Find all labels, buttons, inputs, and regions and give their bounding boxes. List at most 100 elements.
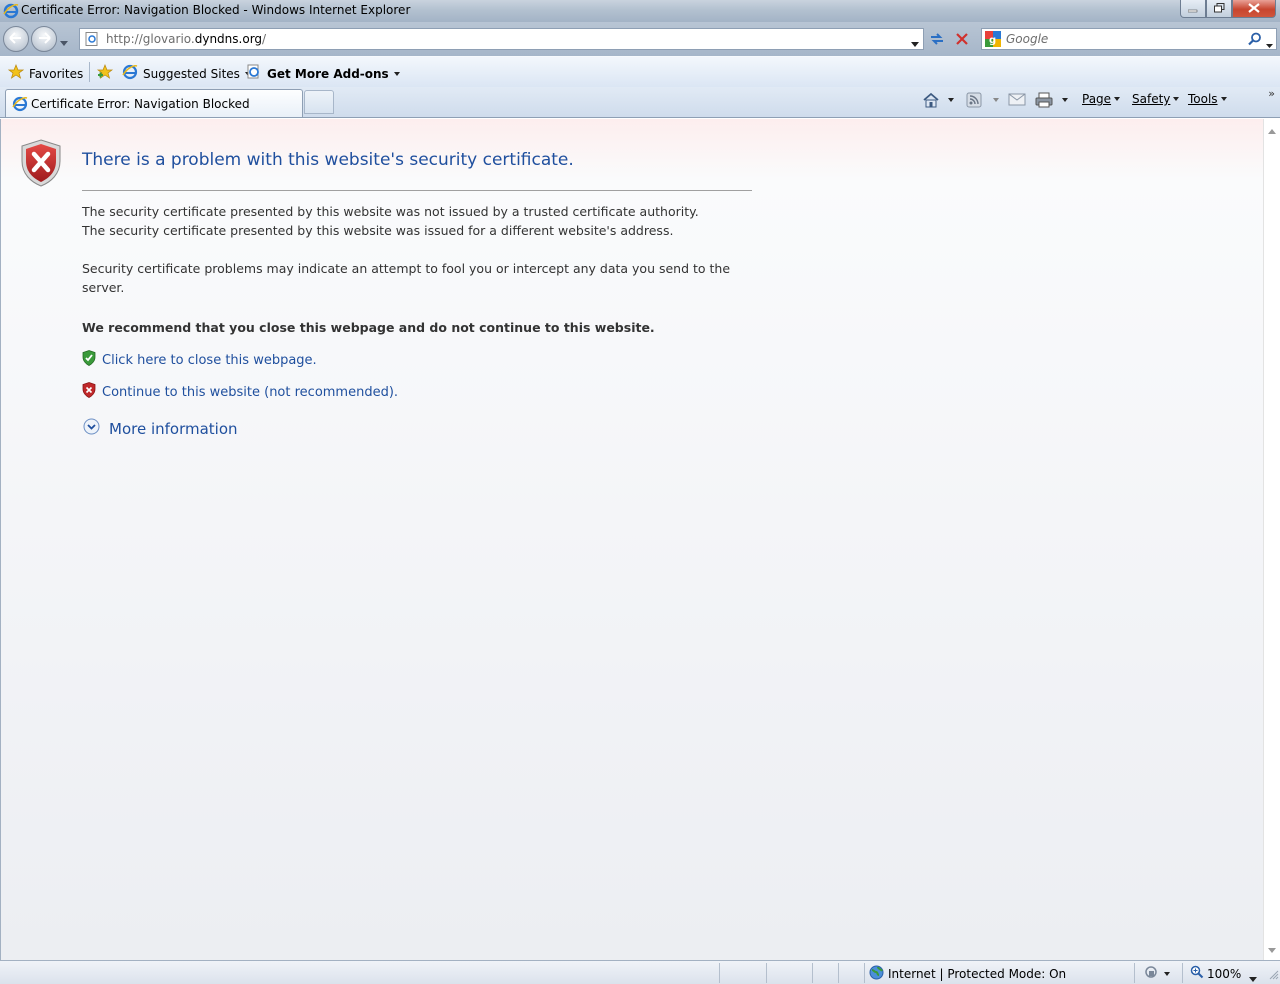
search-input[interactable] (1006, 31, 1246, 47)
back-arrow-icon (9, 31, 23, 47)
error-line-warning-cont: server. (82, 280, 125, 295)
favorites-button[interactable]: Favorites (7, 64, 84, 83)
read-mail-button[interactable] (1008, 92, 1026, 109)
restore-icon (1213, 2, 1225, 16)
page-icon (85, 32, 99, 49)
ie-page-icon (122, 64, 138, 83)
window-controls (1180, 0, 1276, 18)
google-logo-icon: g (985, 31, 1001, 47)
back-button[interactable] (3, 26, 29, 52)
close-window-button[interactable] (1232, 0, 1276, 18)
add-to-favorites-bar-button[interactable] (96, 64, 114, 83)
zoom-level-button[interactable]: 100% (1190, 965, 1241, 982)
resize-grip-icon[interactable] (1269, 969, 1279, 983)
security-settings-icon (1143, 965, 1159, 982)
zoom-magnifier-icon (1190, 965, 1204, 982)
favorites-bar: Favorites Suggested Sites Get More Add-o… (0, 56, 1280, 87)
chevron-down-icon (393, 71, 400, 76)
star-icon (7, 64, 25, 83)
chevron-down-icon (1164, 971, 1170, 976)
close-icon (1248, 2, 1260, 16)
refresh-button[interactable] (927, 30, 947, 50)
minimize-icon (1187, 2, 1198, 16)
address-dropdown-icon[interactable] (911, 36, 919, 50)
status-divider (1134, 963, 1135, 983)
status-divider (719, 963, 720, 983)
minimize-button[interactable] (1180, 0, 1206, 18)
more-commands-chevron-icon[interactable]: » (1268, 87, 1275, 100)
continue-website-link[interactable]: Continue to this website (not recommende… (82, 382, 398, 402)
addons-page-icon (246, 64, 262, 83)
window-title: Certificate Error: Navigation Blocked - … (21, 3, 411, 17)
url-text[interactable]: http://glovario.dyndns.org/ (106, 32, 266, 46)
home-icon (922, 92, 940, 111)
tab-label: Certificate Error: Navigation Blocked (31, 97, 250, 111)
printer-icon (1035, 92, 1053, 111)
close-webpage-link[interactable]: Click here to close this webpage. (82, 350, 317, 370)
recent-pages-dropdown-icon[interactable] (60, 35, 68, 49)
favorites-separator (89, 62, 90, 82)
more-information-label: More information (109, 419, 238, 438)
scroll-down-arrow-icon[interactable] (1268, 942, 1276, 956)
security-zone[interactable]: Internet | Protected Mode: On (869, 965, 1066, 983)
status-divider (864, 963, 865, 983)
search-magnifier-icon[interactable] (1248, 32, 1262, 49)
error-title: There is a problem with this website's s… (82, 150, 574, 170)
vertical-scrollbar[interactable] (1263, 119, 1280, 960)
page-menu-label: Page (1082, 92, 1112, 106)
scroll-up-arrow-icon[interactable] (1268, 123, 1276, 137)
status-divider (838, 963, 839, 983)
forward-arrow-icon (37, 31, 51, 47)
title-bar[interactable]: Certificate Error: Navigation Blocked - … (0, 0, 1280, 22)
safety-menu-label: Safety (1132, 92, 1171, 106)
stop-button[interactable] (952, 30, 972, 50)
url-suffix: / (262, 32, 267, 46)
feeds-dropdown-icon[interactable] (993, 98, 999, 102)
tools-menu-button[interactable]: Tools (1188, 92, 1227, 106)
zone-label: Internet | Protected Mode: On (888, 967, 1067, 981)
tab-certificate-error[interactable]: Certificate Error: Navigation Blocked (5, 89, 303, 117)
home-dropdown-icon[interactable] (948, 98, 954, 102)
get-more-addons-button[interactable]: Get More Add-ons (246, 64, 400, 83)
error-line-mismatch: The security certificate presented by th… (82, 223, 674, 238)
safety-menu-button[interactable]: Safety (1132, 92, 1180, 106)
page-menu-button[interactable]: Page (1082, 92, 1121, 106)
suggested-sites-label: Suggested Sites (143, 66, 240, 81)
url-prefix: http://glovario. (106, 32, 195, 46)
new-tab-button[interactable] (304, 90, 334, 114)
status-divider (1182, 963, 1183, 983)
red-shield-icon (82, 382, 96, 402)
get-more-addons-label: Get More Add-ons (267, 66, 389, 81)
error-shield-icon (20, 139, 62, 190)
feeds-button[interactable] (966, 92, 982, 111)
protected-mode-button[interactable] (1143, 965, 1170, 982)
close-webpage-label: Click here to close this webpage. (102, 352, 317, 368)
page-content (0, 119, 1263, 960)
chevron-down-icon (1220, 97, 1227, 101)
suggested-sites-button[interactable]: Suggested Sites (122, 64, 251, 83)
error-line-warning: Security certificate problems may indica… (82, 261, 731, 276)
forward-button[interactable] (31, 26, 57, 52)
continue-website-label: Continue to this website (not recommende… (102, 384, 399, 400)
recommendation-text: We recommend that you close this webpage… (82, 320, 655, 335)
globe-icon (869, 965, 884, 983)
url-domain: dyndns.org (194, 32, 263, 46)
tab-bar: Certificate Error: Navigation Blocked Pa… (0, 87, 1280, 118)
print-button[interactable] (1035, 92, 1053, 111)
zoom-dropdown-icon[interactable] (1249, 971, 1257, 984)
more-information-toggle[interactable]: More information (83, 418, 238, 439)
refresh-icon (929, 32, 945, 49)
address-bar[interactable]: http://glovario.dyndns.org/ (79, 28, 924, 50)
status-bar: Internet | Protected Mode: On 100% (0, 960, 1280, 984)
home-button[interactable] (922, 92, 940, 111)
green-shield-icon (82, 350, 96, 370)
mail-icon (1008, 92, 1026, 109)
search-options-dropdown-icon[interactable] (1266, 37, 1273, 51)
favorites-label: Favorites (29, 66, 84, 81)
expand-circle-icon (83, 418, 100, 439)
search-box[interactable]: g (981, 28, 1277, 50)
add-favorite-star-icon (96, 64, 114, 83)
restore-button[interactable] (1206, 0, 1232, 18)
print-dropdown-icon[interactable] (1062, 98, 1068, 102)
title-divider (82, 190, 752, 191)
